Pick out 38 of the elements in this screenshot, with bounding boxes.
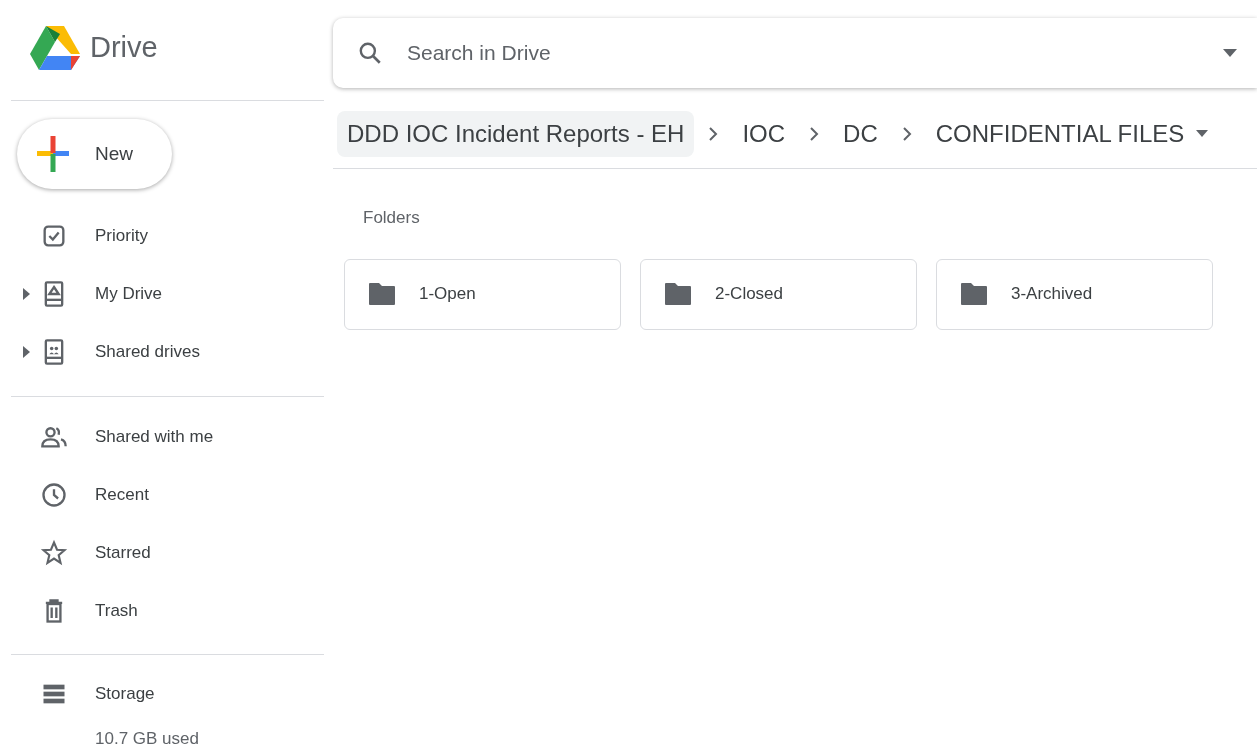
sidebar-item[interactable]: Priority (95, 223, 148, 249)
clock-icon (40, 481, 68, 509)
app-title: Drive (90, 30, 158, 66)
expand-arrow-icon[interactable] (23, 288, 30, 300)
drive-logo-icon (30, 24, 80, 72)
breadcrumb-item[interactable]: DDD IOC Incident Reports - EH (337, 110, 695, 157)
sidebar-item[interactable]: Shared with me (95, 424, 214, 450)
sidebar-item[interactable]: Storage (95, 681, 155, 707)
folder-card[interactable]: 3-Archived (936, 258, 1213, 330)
folder-icon (960, 282, 988, 306)
folder-name: 2-Closed (715, 283, 784, 306)
storage-used-text: 10.7 GB used (95, 729, 199, 748)
new-button[interactable]: New (17, 119, 172, 189)
chevron-right-icon (809, 125, 820, 142)
expand-arrow-icon[interactable] (23, 346, 30, 358)
search-input[interactable]: Search in Drive (407, 37, 1223, 69)
chevron-right-icon (708, 125, 719, 142)
sidebar-item[interactable]: Starred (95, 540, 151, 566)
search-icon[interactable] (357, 40, 383, 66)
folder-name: 1-Open (419, 283, 476, 306)
sidebar-item[interactable]: Shared drives (95, 339, 200, 365)
caret-icon (1196, 130, 1209, 137)
star-icon (40, 539, 68, 567)
breadcrumb-item[interactable]: CONFIDENTIAL FILES (925, 110, 1219, 157)
section-heading: Folders (362, 207, 421, 229)
folder-card[interactable]: 1-Open (344, 258, 621, 330)
breadcrumb-item[interactable]: DC (833, 110, 888, 157)
sidebar-item[interactable]: My Drive (95, 281, 163, 307)
folder-name: 3-Archived (1011, 283, 1093, 306)
folder-icon (368, 282, 396, 306)
caret-icon[interactable] (1223, 49, 1237, 57)
sidebar-item[interactable]: Trash (95, 598, 138, 624)
folder-icon (664, 282, 692, 306)
breadcrumb-item[interactable]: IOC (732, 110, 796, 157)
chevron-right-icon (901, 125, 912, 142)
plus-icon (37, 136, 69, 172)
sidebar-item[interactable]: Recent (95, 482, 149, 508)
folder-card[interactable]: 2-Closed (640, 258, 917, 330)
